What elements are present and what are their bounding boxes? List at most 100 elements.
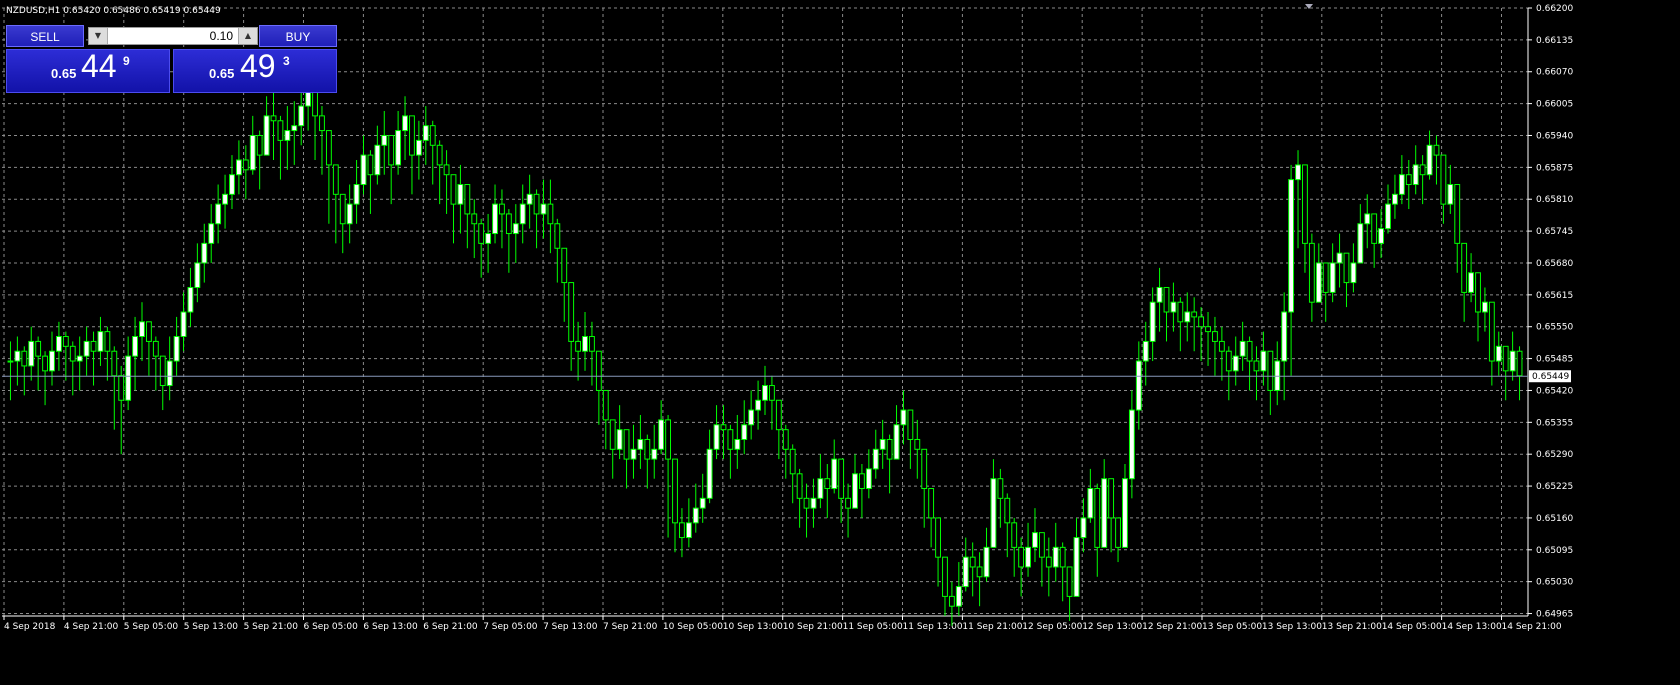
candle-body xyxy=(1205,326,1211,333)
candle-body xyxy=(1018,546,1025,568)
bid-price-box[interactable]: 0.65 44 9 xyxy=(6,48,170,93)
buy-button[interactable]: BUY xyxy=(259,25,337,47)
candle-body xyxy=(69,345,76,362)
ask-price-prefix: 0.65 xyxy=(209,66,235,81)
ask-price-fraction: 3 xyxy=(283,54,290,68)
candle-body xyxy=(1267,350,1274,391)
candle-body xyxy=(367,154,374,176)
candle-body xyxy=(409,115,415,156)
candle-body xyxy=(1135,360,1142,411)
candle-body xyxy=(180,311,187,338)
candle-body xyxy=(602,389,609,421)
candle-body xyxy=(1108,478,1115,519)
candle-body xyxy=(201,242,208,264)
candle-body xyxy=(1364,213,1371,225)
candle-body xyxy=(886,438,893,460)
candle-body xyxy=(187,286,194,313)
x-tick-label: 11 Sep 13:00 xyxy=(903,622,963,632)
x-tick-label: 13 Sep 05:00 xyxy=(1202,622,1262,632)
candle-body xyxy=(679,522,685,539)
candle-body xyxy=(1101,478,1108,548)
candle-body xyxy=(852,473,858,509)
candle-body xyxy=(1502,345,1509,372)
bid-price-fraction: 9 xyxy=(123,54,130,68)
x-tick-label: 12 Sep 05:00 xyxy=(1022,622,1082,632)
candle-body xyxy=(1011,522,1018,548)
candle-body xyxy=(900,409,907,426)
candle-body xyxy=(1412,164,1419,186)
candle-body xyxy=(914,438,921,450)
candle-body xyxy=(492,203,498,235)
x-tick-label: 4 Sep 21:00 xyxy=(64,622,119,632)
candle-body xyxy=(838,458,845,499)
bid-price-prefix: 0.65 xyxy=(51,66,77,81)
lot-decrease-icon[interactable]: ▼ xyxy=(89,28,108,44)
candle-body xyxy=(824,478,831,490)
candle-body xyxy=(111,350,118,377)
candle-body xyxy=(775,399,782,431)
candle-body xyxy=(90,340,97,352)
ask-price-box[interactable]: 0.65 49 3 xyxy=(173,48,337,93)
candle-body xyxy=(388,134,395,166)
price-chart[interactable]: 0.66200 0.66135 0.66070 0.66005 0.65940 0.658… xyxy=(0,0,1680,681)
candle-body xyxy=(443,164,450,176)
candle-body xyxy=(1392,193,1398,205)
x-tick-label: 5 Sep 21:00 xyxy=(244,622,299,632)
lot-size-value[interactable]: 0.10 xyxy=(210,28,233,44)
candle-body xyxy=(277,120,284,141)
candle-body xyxy=(422,125,429,141)
candle-body xyxy=(270,115,277,122)
chart-area[interactable]: 0.66200 0.66135 0.66070 0.66005 0.65940 0.658… xyxy=(0,0,1680,681)
candle-body xyxy=(1378,228,1385,244)
candle-body xyxy=(1225,350,1232,372)
candle-body xyxy=(1315,262,1322,303)
candle-body xyxy=(1177,301,1184,323)
y-tick-label: 0.66200 xyxy=(1536,4,1573,14)
bid-price-pips: 44 xyxy=(81,48,117,84)
candle-body xyxy=(810,497,817,509)
candle-body xyxy=(907,409,914,440)
candle-body xyxy=(256,134,263,156)
x-tick-label: 10 Sep 13:00 xyxy=(723,622,783,632)
candle-body xyxy=(235,159,242,176)
x-tick-label: 11 Sep 05:00 xyxy=(843,622,903,632)
candle-body xyxy=(21,350,28,367)
x-tick-label: 5 Sep 13:00 xyxy=(184,622,239,632)
candle-body xyxy=(1198,316,1205,328)
ask-price-pips: 49 xyxy=(240,48,276,84)
candle-body xyxy=(415,139,422,156)
one-click-trading-panel: SELL ▼ 0.10 ▲ BUY 0.65 44 9 0.65 49 3 xyxy=(6,25,337,93)
candle-body xyxy=(1080,517,1087,539)
y-tick-label: 0.65745 xyxy=(1536,227,1573,237)
y-tick-label: 0.65940 xyxy=(1536,131,1573,141)
lot-size-input[interactable]: ▼ 0.10 ▲ xyxy=(88,27,258,45)
candle-body xyxy=(879,438,886,450)
candle-body xyxy=(505,213,512,235)
candle-body xyxy=(249,134,256,171)
candle-body xyxy=(1488,301,1495,362)
candle-body xyxy=(215,203,222,225)
candle-body xyxy=(1059,546,1066,568)
candle-body xyxy=(14,350,21,362)
candle-body xyxy=(1038,532,1045,558)
candle-body xyxy=(450,174,457,205)
candle-body xyxy=(948,595,955,607)
candle-body xyxy=(132,336,138,357)
candle-body xyxy=(208,223,215,244)
x-tick-label: 14 Sep 13:00 xyxy=(1442,622,1502,632)
candle-body xyxy=(485,233,492,244)
x-tick-label: 5 Sep 05:00 xyxy=(124,622,179,632)
current-price-label: 0.65449 xyxy=(1532,372,1569,382)
candle-body xyxy=(699,497,706,509)
candle-body xyxy=(402,115,408,132)
candle-body xyxy=(42,355,48,372)
x-tick-label: 12 Sep 21:00 xyxy=(1142,622,1202,632)
sell-button[interactable]: SELL xyxy=(6,25,84,47)
candle-body xyxy=(969,556,976,568)
candle-body xyxy=(35,340,42,357)
candle-body xyxy=(7,360,14,363)
candle-body xyxy=(1440,154,1447,205)
candle-body xyxy=(720,424,727,431)
lot-increase-icon[interactable]: ▲ xyxy=(238,28,257,44)
candle-body xyxy=(1288,179,1295,313)
